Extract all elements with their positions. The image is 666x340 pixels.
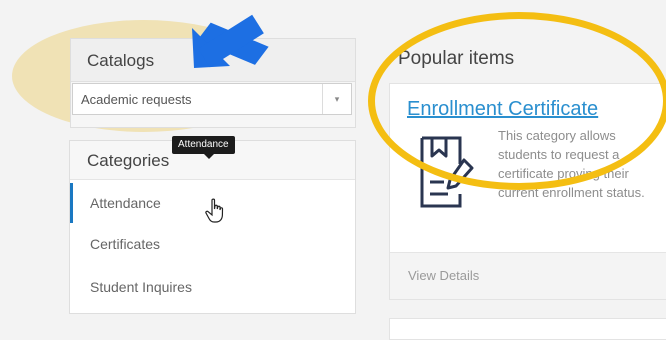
hand-cursor-icon bbox=[205, 198, 224, 223]
tooltip: Attendance bbox=[172, 136, 235, 154]
category-item-label: Student Inquires bbox=[90, 279, 192, 295]
chevron-down-icon[interactable]: ▾ bbox=[322, 84, 351, 114]
catalog-select-value: Academic requests bbox=[81, 92, 192, 107]
catalogs-title: Catalogs bbox=[87, 51, 155, 70]
categories-title: Categories bbox=[87, 151, 170, 170]
next-item-card bbox=[389, 318, 666, 340]
catalog-select[interactable]: Academic requests ▾ bbox=[72, 83, 352, 115]
card-footer: View Details bbox=[390, 252, 666, 299]
categories-panel: Categories Attendance Certificates Stude… bbox=[69, 140, 356, 314]
tooltip-tail bbox=[204, 154, 214, 159]
view-details-button[interactable]: View Details bbox=[408, 268, 479, 283]
pointer-arrow-annotation bbox=[192, 14, 269, 68]
highlight-ring-annotation bbox=[368, 12, 666, 190]
category-item-label: Attendance bbox=[90, 195, 161, 211]
category-item-label: Certificates bbox=[90, 236, 161, 252]
category-item-certificates[interactable]: Certificates bbox=[70, 224, 354, 264]
category-item-student-inquires[interactable]: Student Inquires bbox=[70, 267, 354, 307]
